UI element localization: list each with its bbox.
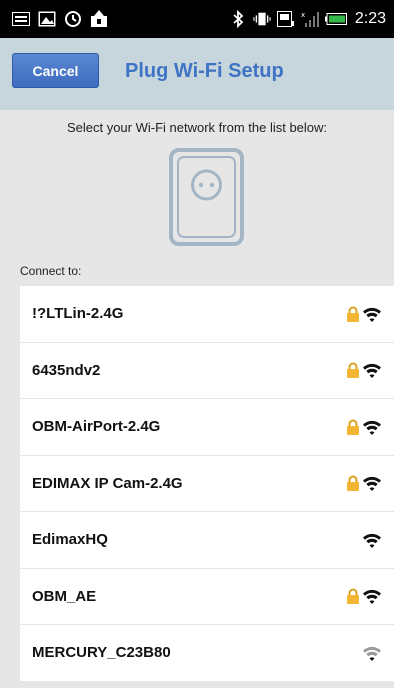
mobile-signal-icon: x: [301, 10, 319, 28]
upload-icon: [90, 10, 108, 28]
wifi-signal-icon: [362, 532, 382, 548]
keyboard-icon: [12, 10, 30, 28]
network-name: EDIMAX IP Cam-2.4G: [32, 474, 183, 492]
network-name: OBM-AirPort-2.4G: [32, 418, 161, 436]
lock-icon: [346, 475, 360, 492]
network-name: !?LTLin-2.4G: [32, 305, 124, 323]
network-row[interactable]: !?LTLin-2.4G: [20, 286, 394, 343]
network-row[interactable]: OBM_AE: [20, 568, 394, 625]
wifi-signal-icon: [362, 306, 382, 322]
network-row[interactable]: MERCURY_C23B80: [20, 625, 394, 682]
wifi-signal-icon: [362, 362, 382, 379]
status-bar: x 2:23: [0, 0, 394, 38]
svg-text:x: x: [301, 11, 305, 19]
network-name: 6435ndv2: [32, 361, 101, 379]
battery-icon: [324, 10, 347, 28]
notification-icons: [12, 10, 108, 28]
network-name: OBM_AE: [32, 587, 97, 605]
bluetooth-icon: [229, 10, 247, 28]
wifi-signal-icon: [362, 419, 382, 435]
lock-icon: [346, 419, 360, 435]
sync-icon: [64, 10, 82, 28]
header: Cancel Plug Wi-Fi Setup: [0, 38, 394, 110]
network-row[interactable]: EDIMAX IP Cam-2.4G: [20, 455, 394, 512]
cancel-button[interactable]: Cancel: [12, 53, 99, 88]
connect-to-label: Connect to:: [20, 264, 82, 278]
lock-icon: [346, 362, 360, 379]
wifi-signal-icon: [362, 588, 382, 605]
smart-plug-icon: [168, 147, 245, 247]
lock-icon: [346, 306, 360, 322]
status-time: 2:23: [354, 10, 386, 27]
wifi-signal-icon: [362, 645, 382, 661]
network-row[interactable]: 6435ndv2: [20, 342, 394, 399]
gallery-icon: [38, 10, 56, 28]
wifi-signal-icon: [362, 475, 382, 492]
vibrate-icon: [253, 10, 271, 28]
lock-icon: [346, 588, 360, 605]
network-row[interactable]: OBM-AirPort-2.4G: [20, 399, 394, 456]
network-row[interactable]: EdimaxHQ: [20, 512, 394, 569]
page-title: Plug Wi-Fi Setup: [125, 60, 284, 82]
nfc-icon: [276, 10, 295, 28]
network-list: !?LTLin-2.4G 6435ndv2 OBM-AirPort-2.4G EDIM…: [20, 286, 394, 682]
system-icons: x 2:23: [229, 10, 386, 28]
instruction-text: Select your Wi-Fi network from the list …: [66, 120, 328, 135]
network-name: EdimaxHQ: [32, 531, 108, 549]
network-name: MERCURY_C23B80: [32, 644, 171, 662]
